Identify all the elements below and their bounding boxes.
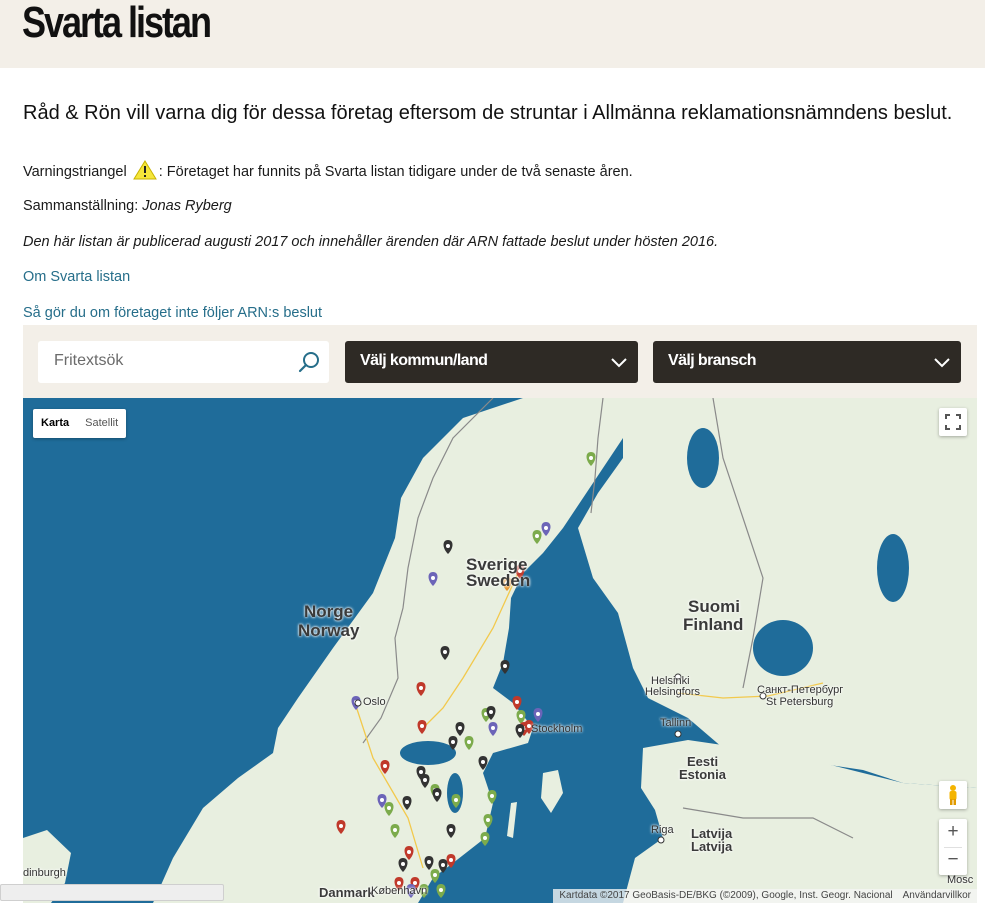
label-suomi: Suomi (688, 597, 740, 616)
label-tallinn: Tallinn (660, 717, 692, 729)
search-input[interactable] (52, 351, 286, 371)
industry-select[interactable]: Välj bransch (653, 341, 961, 383)
label-danmark: Danmark (319, 885, 375, 900)
lake-vanern (400, 741, 456, 765)
label-oslo: Oslo (363, 696, 386, 708)
label-moscow: Mosc (947, 874, 974, 886)
label-latvija-2: Latvija (691, 839, 733, 854)
map-canvas (23, 398, 977, 903)
compiled-label: Sammanställning: (23, 198, 139, 214)
warning-text: : Företaget har funnits på Svarta listan… (158, 164, 633, 180)
lead-text: Råd & Rön vill varna dig för dessa föret… (23, 102, 953, 124)
lake-north (687, 428, 719, 488)
pegman-icon (949, 785, 957, 805)
map-type-satellite-button[interactable]: Satellit (77, 409, 126, 438)
map-attribution: Kartdata ©2017 GeoBasis-DE/BKG (©2009), … (553, 889, 977, 903)
label-helsingfors: Helsingfors (645, 686, 701, 698)
lake-onega (877, 534, 909, 602)
chevron-down-icon (611, 358, 627, 368)
label-riga: Riga (651, 824, 674, 836)
label-norway: Norway (298, 621, 360, 640)
map[interactable]: Sverige Sweden Norge Norway Suomi Finlan… (23, 398, 977, 903)
city-dot-oslo (354, 699, 362, 707)
warning-triangle-icon (132, 160, 157, 180)
horizontal-scrollbar[interactable] (0, 884, 224, 901)
published-text: Den här listan är publicerad augusti 201… (23, 234, 719, 250)
attribution-text: Kartdata ©2017 GeoBasis-DE/BKG (©2009), … (559, 890, 893, 901)
label-norge: Norge (304, 602, 354, 621)
fullscreen-icon (945, 414, 961, 430)
municipality-select-label: Välj kommun/land (360, 352, 488, 369)
municipality-select[interactable]: Välj kommun/land (345, 341, 638, 383)
label-spb: St Petersburg (766, 696, 834, 708)
street-view-button[interactable] (939, 781, 967, 809)
city-dot-tallinn (674, 730, 682, 738)
fullscreen-button[interactable] (939, 408, 967, 436)
zoom-control: + − (939, 819, 967, 875)
chevron-down-icon (934, 358, 950, 368)
compiled-by: Sammanställning: Jonas Ryberg (23, 198, 232, 214)
label-kobenhavn: København (371, 885, 428, 897)
zoom-out-button[interactable]: − (939, 847, 967, 875)
city-dot-riga (657, 836, 665, 844)
page-title: Svarta listan (22, 0, 212, 47)
warning-note: Varningstriangel : Företaget har funnits… (23, 160, 633, 180)
label-spb-ru: Санкт-Петербург (757, 684, 844, 696)
label-sweden: Sweden (466, 571, 531, 590)
zoom-in-button[interactable]: + (939, 819, 967, 847)
terms-link[interactable]: Användarvillkor (903, 889, 971, 903)
published-note: Den här listan är publicerad augusti 201… (23, 234, 718, 250)
map-type-map-button[interactable]: Karta (33, 409, 77, 438)
about-link[interactable]: Om Svarta listan (23, 269, 130, 285)
warning-label: Varningstriangel (23, 164, 127, 180)
map-type-control: Karta Satellit (33, 409, 127, 438)
label-stockholm: Stockholm (531, 723, 583, 735)
label-edinburgh: dinburgh (23, 867, 66, 879)
howto-link[interactable]: Så gör du om företaget inte följer ARN:s… (23, 305, 322, 321)
filter-bar: Välj kommun/land Välj bransch (23, 325, 977, 398)
lake-vattern (447, 773, 463, 813)
compiled-name: Jonas Ryberg (142, 198, 232, 214)
lake-ladoga (753, 620, 813, 676)
label-finland: Finland (683, 615, 744, 634)
search-box (38, 341, 329, 383)
title-bar: Svarta listan (0, 0, 985, 68)
search-icon[interactable] (297, 350, 321, 374)
label-estonia: Estonia (679, 767, 726, 782)
industry-select-label: Välj bransch (668, 352, 757, 369)
